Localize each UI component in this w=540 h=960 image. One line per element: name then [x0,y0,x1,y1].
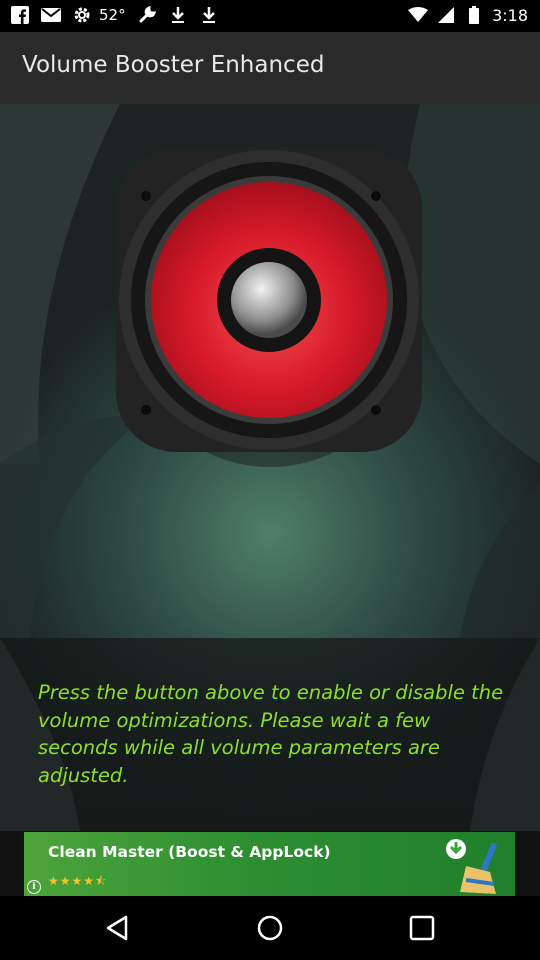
wrench-icon [137,5,157,25]
instruction-text: Press the button above to enable or disa… [38,681,504,787]
wifi-icon [408,5,429,25]
notification-icons: 52° [10,5,219,25]
speaker-icon[interactable] [112,144,427,474]
navigation-bar [0,896,540,960]
recents-icon[interactable] [408,914,436,942]
download-icon [199,5,219,25]
battery-icon [464,5,484,25]
ad-rating-stars: ★★★★⯪ [48,874,108,888]
signal-icon [436,5,456,25]
download-icon [168,5,188,25]
temperature-text: 52° [99,6,126,24]
ad-banner[interactable]: Clean Master (Boost & AppLock) ★★★★⯪ i [24,832,515,896]
ad-bar: Clean Master (Boost & AppLock) ★★★★⯪ i [0,831,540,896]
system-icons: 3:18 [408,5,528,25]
facebook-icon [10,5,30,25]
app-bar: Volume Booster Enhanced [0,32,540,104]
info-icon[interactable]: i [27,880,41,894]
status-bar: 52° 3:18 [0,0,540,32]
home-icon[interactable] [256,914,284,942]
broom-icon [460,842,497,894]
gmail-icon [41,5,61,25]
clock: 3:18 [492,5,528,25]
back-icon[interactable] [104,914,132,942]
main-content: Press the button above to enable or disa… [0,104,540,831]
ad-title: Clean Master (Boost & AppLock) [48,843,331,861]
settings-icon [72,5,92,25]
app-title: Volume Booster Enhanced [22,52,325,78]
